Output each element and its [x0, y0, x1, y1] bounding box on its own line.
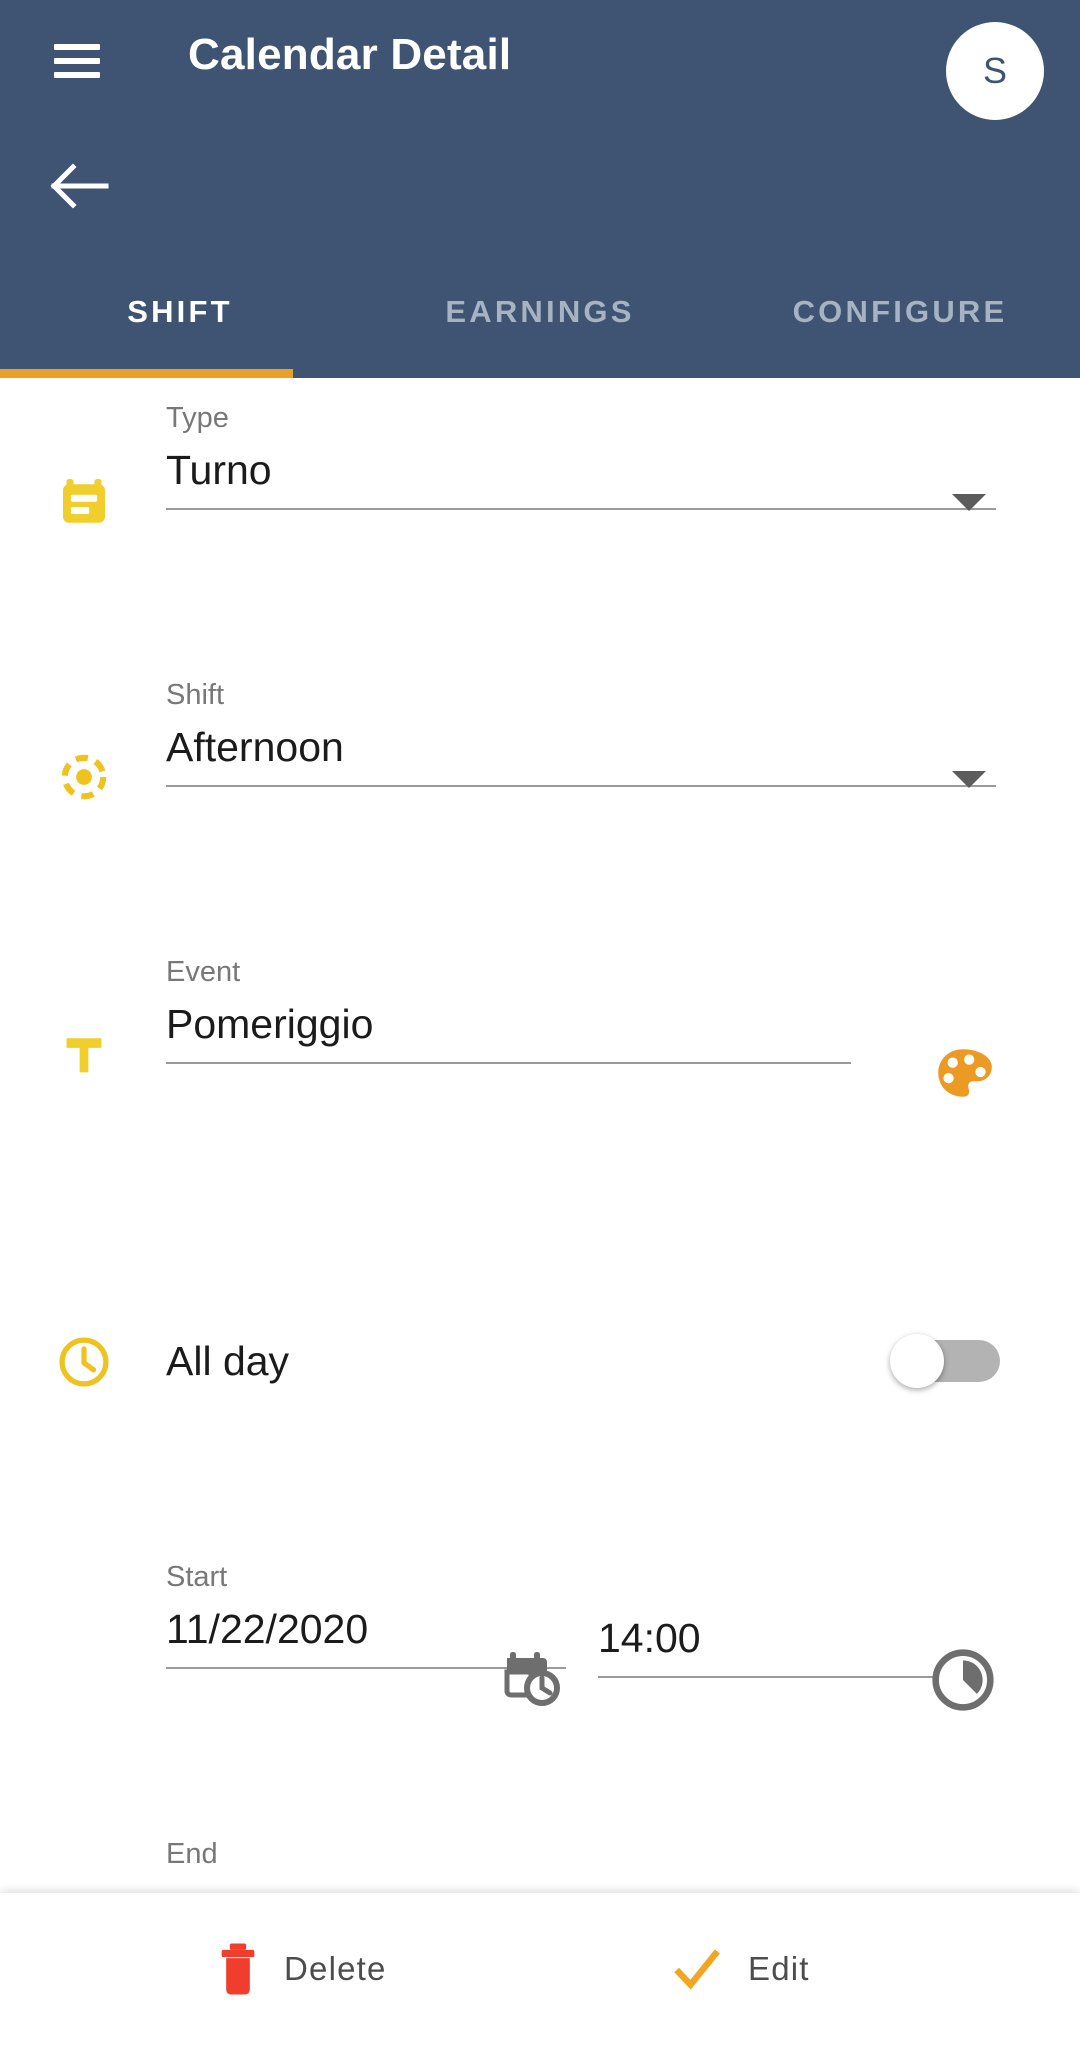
all-day-toggle-knob: [890, 1334, 944, 1388]
palette-icon[interactable]: [930, 1040, 1002, 1112]
app-screen: Calendar Detail S SHIFT EARNINGS CONFIGU…: [0, 0, 1080, 2045]
event-label: Event: [166, 956, 241, 988]
avatar-initial: S: [982, 50, 1007, 91]
type-underline: [166, 508, 996, 511]
event-value: Pomeriggio: [166, 1001, 374, 1047]
event-field[interactable]: Event Pomeriggio: [166, 956, 851, 1065]
end-label: End: [166, 1838, 218, 1870]
calendar-clock-icon[interactable]: [500, 1645, 580, 1725]
shift-form: Type Turno Shift Afternoon Event Pomerig…: [0, 378, 1080, 1893]
end-field[interactable]: End: [166, 1840, 566, 1883]
event-underline: [166, 1062, 851, 1065]
all-day-row: All day: [0, 1310, 1080, 1420]
shift-field[interactable]: Shift Afternoon: [166, 679, 996, 788]
start-time-field[interactable]: 14:00: [598, 1615, 938, 1679]
back-arrow-icon[interactable]: [50, 160, 110, 212]
text-format-icon: [50, 1020, 118, 1088]
page-title: Calendar Detail: [188, 30, 512, 79]
delete-label: Delete: [284, 1950, 387, 1987]
type-value: Turno: [166, 447, 272, 493]
event-row: Event Pomeriggio: [0, 958, 1080, 1174]
tab-configure-label: CONFIGURE: [792, 294, 1008, 329]
shift-row: Shift Afternoon: [0, 681, 1080, 897]
hamburger-menu-icon[interactable]: [54, 44, 100, 78]
start-label: Start: [166, 1561, 228, 1593]
sun-dashed-icon: [50, 743, 118, 811]
type-chevron-down-icon[interactable]: [952, 494, 986, 511]
shift-chevron-down-icon[interactable]: [952, 771, 986, 788]
shift-underline: [166, 785, 996, 788]
shift-value: Afternoon: [166, 724, 344, 770]
tab-earnings[interactable]: EARNINGS: [360, 272, 720, 378]
type-field[interactable]: Type Turno: [166, 402, 996, 511]
clock-icon: [50, 1328, 118, 1396]
tab-earnings-label: EARNINGS: [445, 294, 635, 329]
start-time-value: 14:00: [598, 1615, 701, 1661]
check-icon: [672, 1946, 722, 1992]
calendar-event-icon: [50, 466, 118, 534]
delete-button[interactable]: Delete: [218, 1942, 387, 1996]
tab-shift-label: SHIFT: [127, 294, 233, 329]
bottom-action-bar: Delete Edit: [0, 1893, 1080, 2045]
all-day-label: All day: [166, 1338, 290, 1384]
all-day-toggle[interactable]: [890, 1334, 1000, 1388]
app-header: Calendar Detail S SHIFT EARNINGS CONFIGU…: [0, 0, 1080, 378]
shift-label: Shift: [166, 679, 225, 711]
avatar[interactable]: S: [946, 22, 1044, 120]
type-label: Type: [166, 402, 229, 434]
type-row: Type Turno: [0, 404, 1080, 620]
edit-label: Edit: [748, 1950, 810, 1987]
active-tab-indicator: [0, 369, 293, 378]
time-pie-icon[interactable]: [928, 1645, 1002, 1719]
trash-icon: [218, 1942, 258, 1996]
end-row: End: [0, 1840, 1080, 1893]
start-time-underline: [598, 1676, 938, 1679]
edit-button[interactable]: Edit: [672, 1946, 810, 1992]
start-row: Start 11/22/2020 14:00: [0, 1563, 1080, 1753]
tab-configure[interactable]: CONFIGURE: [720, 272, 1080, 378]
tab-shift[interactable]: SHIFT: [0, 272, 360, 378]
tab-bar: SHIFT EARNINGS CONFIGURE: [0, 272, 1080, 378]
